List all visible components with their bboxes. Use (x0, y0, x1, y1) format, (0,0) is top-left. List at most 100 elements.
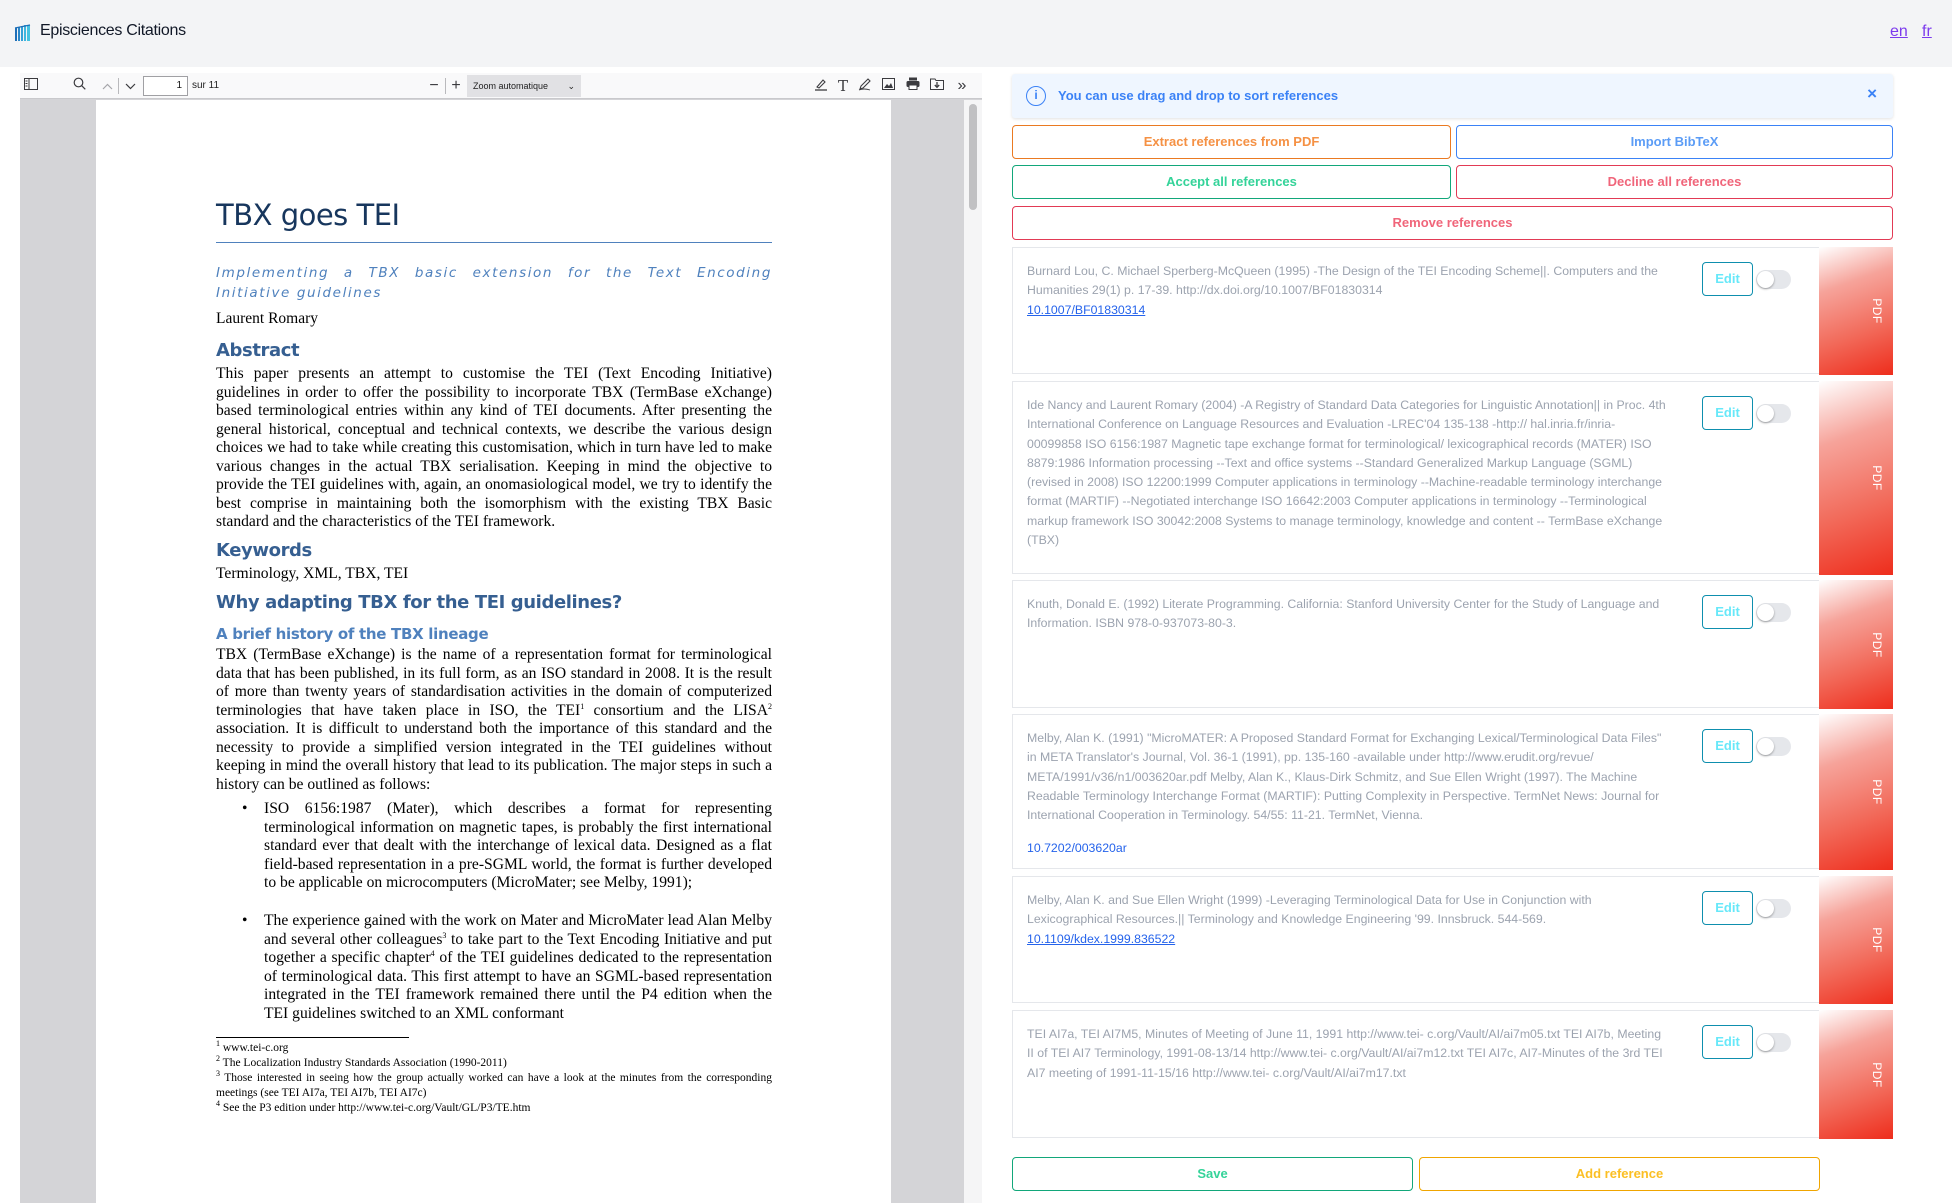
zoom-in-button[interactable]: + (447, 77, 465, 95)
scrollbar-thumb[interactable] (969, 104, 977, 210)
doi-link[interactable]: 10.7202/003620ar (1027, 841, 1127, 855)
footnote-text: The Localization Industry Standards Asso… (220, 1057, 507, 1069)
edit-reference-button[interactable]: Edit (1702, 262, 1753, 296)
toggle-knob (1757, 1034, 1774, 1051)
accept-reference-toggle[interactable] (1756, 1033, 1791, 1052)
page-count: sur 11 (192, 80, 220, 91)
pdf-scrollbar[interactable] (964, 100, 982, 1203)
pdf-source-tab[interactable]: PDF (1819, 247, 1893, 375)
pdf-page-area: TBX goes TEI Implementing a TBX basic ex… (20, 100, 964, 1203)
reference-text: TEI AI7a, TEI AI7M5, Minutes of Meeting … (1027, 1025, 1667, 1083)
save-button[interactable]: Save (1012, 1157, 1413, 1191)
footnote-text: Those interested in seeing how the group… (216, 1072, 772, 1099)
reference-card[interactable]: Ide Nancy and Laurent Romary (2004) -A R… (1012, 381, 1893, 575)
edit-reference-button[interactable]: Edit (1702, 1025, 1753, 1059)
info-banner: i You can use drag and drop to sort refe… (1012, 74, 1893, 118)
decline-all-button[interactable]: Decline all references (1456, 165, 1893, 199)
pdf-source-tab[interactable]: PDF (1819, 580, 1893, 709)
more-tools-icon[interactable]: » (953, 77, 971, 95)
reference-citation: Knuth, Donald E. (1992) Literate Program… (1027, 597, 1660, 631)
pdf-source-tab[interactable]: PDF (1819, 1010, 1893, 1139)
reference-card[interactable]: Melby, Alan K. and Sue Ellen Wright (199… (1012, 876, 1893, 1004)
list-item: • The experience gained with the work on … (242, 912, 772, 1023)
footnote-text: www.tei-c.org (220, 1042, 289, 1054)
footnote-ref: 2 (768, 701, 772, 711)
close-icon[interactable]: × (1867, 84, 1877, 104)
toggle-knob (1757, 738, 1774, 755)
pdf-source-tab[interactable]: PDF (1819, 381, 1893, 575)
pdf-viewer: 1 sur 11 − + Zoom automatique ⌄ T » TBX … (20, 73, 982, 1203)
language-en-link[interactable]: en (1890, 23, 1908, 41)
remove-references-button[interactable]: Remove references (1012, 206, 1893, 240)
footnote: 2 The Localization Industry Standards As… (216, 1055, 772, 1071)
pdf-tab-label: PDF (1869, 779, 1884, 805)
footnote: 3 Those interested in seeing how the gro… (216, 1070, 772, 1101)
list-item: • ISO 6156:1987 (Mater), which describes … (242, 800, 772, 893)
app-header: Episciences Citations en fr (0, 0, 1952, 67)
document-subtitle: Implementing a TBX basic extension for t… (216, 265, 772, 301)
zoom-select-value: Zoom automatique (473, 81, 549, 91)
paragraph-text: consortium and the LISA (584, 701, 768, 719)
accept-reference-toggle[interactable] (1756, 270, 1791, 289)
sidebar-toggle-icon[interactable] (22, 77, 40, 95)
edit-reference-button[interactable]: Edit (1702, 595, 1753, 629)
accept-reference-toggle[interactable] (1756, 603, 1791, 622)
pdf-tab-label: PDF (1869, 927, 1884, 953)
edit-reference-button[interactable]: Edit (1702, 729, 1753, 763)
bullet-icon: • (242, 912, 248, 929)
document-author: Laurent Romary (216, 310, 319, 327)
accept-all-button[interactable]: Accept all references (1012, 165, 1451, 199)
draw-icon[interactable] (856, 77, 874, 95)
reference-card[interactable]: TEI AI7a, TEI AI7M5, Minutes of Meeting … (1012, 1010, 1893, 1139)
pdf-source-tab[interactable]: PDF (1819, 714, 1893, 870)
doi-link[interactable]: 10.1007/BF01830314 (1027, 301, 1667, 320)
highlight-icon[interactable] (812, 77, 830, 95)
zoom-select[interactable]: Zoom automatique ⌄ (467, 75, 581, 97)
accept-reference-toggle[interactable] (1756, 404, 1791, 423)
doi-link[interactable]: 10.1109/kdex.1999.836522 (1027, 930, 1667, 949)
zoom-out-button[interactable]: − (425, 77, 443, 95)
chevron-down-icon[interactable] (121, 77, 139, 95)
edit-reference-button[interactable]: Edit (1702, 891, 1753, 925)
search-icon[interactable] (70, 77, 88, 95)
toggle-knob (1757, 604, 1774, 621)
accept-reference-toggle[interactable] (1756, 737, 1791, 756)
footnote: 1 www.tei-c.org (216, 1040, 772, 1056)
abstract-heading: Abstract (216, 340, 300, 361)
app-title: Episciences Citations (40, 22, 186, 39)
info-icon: i (1026, 86, 1046, 106)
reference-citation: TEI AI7a, TEI AI7M5, Minutes of Meeting … (1027, 1027, 1663, 1080)
episciences-logo-icon (14, 24, 31, 41)
save-icon[interactable] (928, 77, 946, 95)
reference-card[interactable]: Melby, Alan K. (1991) "MicroMATER: A Pro… (1012, 714, 1893, 870)
pdf-source-tab[interactable]: PDF (1819, 876, 1893, 1004)
print-icon[interactable] (904, 77, 922, 95)
list-item-text: ISO 6156:1987 (Mater), which describes a… (264, 800, 772, 891)
footnote-text: See the P3 edition under http://www.tei-… (220, 1102, 531, 1114)
edit-reference-button[interactable]: Edit (1702, 396, 1753, 430)
pdf-page: TBX goes TEI Implementing a TBX basic ex… (96, 100, 891, 1203)
toggle-knob (1757, 405, 1774, 422)
image-icon[interactable] (879, 77, 897, 95)
reference-citation: Burnard Lou, C. Michael Sperberg-McQueen… (1027, 264, 1658, 298)
page-number-input[interactable]: 1 (143, 76, 188, 96)
reference-card[interactable]: Burnard Lou, C. Michael Sperberg-McQueen… (1012, 247, 1893, 375)
section-heading: Why adapting TBX for the TEI guidelines? (216, 592, 622, 613)
reference-card[interactable]: Knuth, Donald E. (1992) Literate Program… (1012, 580, 1893, 709)
extract-references-button[interactable]: Extract references from PDF (1012, 125, 1451, 159)
language-fr-link[interactable]: fr (1922, 23, 1932, 41)
accept-reference-toggle[interactable] (1756, 899, 1791, 918)
chevron-down-icon: ⌄ (567, 81, 575, 91)
pdf-tab-label: PDF (1869, 1061, 1884, 1088)
pdf-tab-label: PDF (1869, 631, 1884, 658)
pdf-tab-label: PDF (1869, 465, 1884, 491)
text-icon[interactable]: T (834, 77, 852, 95)
add-reference-button[interactable]: Add reference (1419, 1157, 1820, 1191)
reference-citation: Ide Nancy and Laurent Romary (2004) -A R… (1027, 398, 1666, 548)
footnote-rule (216, 1037, 409, 1038)
chevron-up-icon[interactable] (98, 77, 116, 95)
reference-citation: Melby, Alan K. (1991) "MicroMATER: A Pro… (1027, 731, 1662, 823)
bullet-icon: • (242, 800, 248, 817)
toolbar-separator (118, 78, 119, 94)
import-bibtex-button[interactable]: Import BibTeX (1456, 125, 1893, 159)
